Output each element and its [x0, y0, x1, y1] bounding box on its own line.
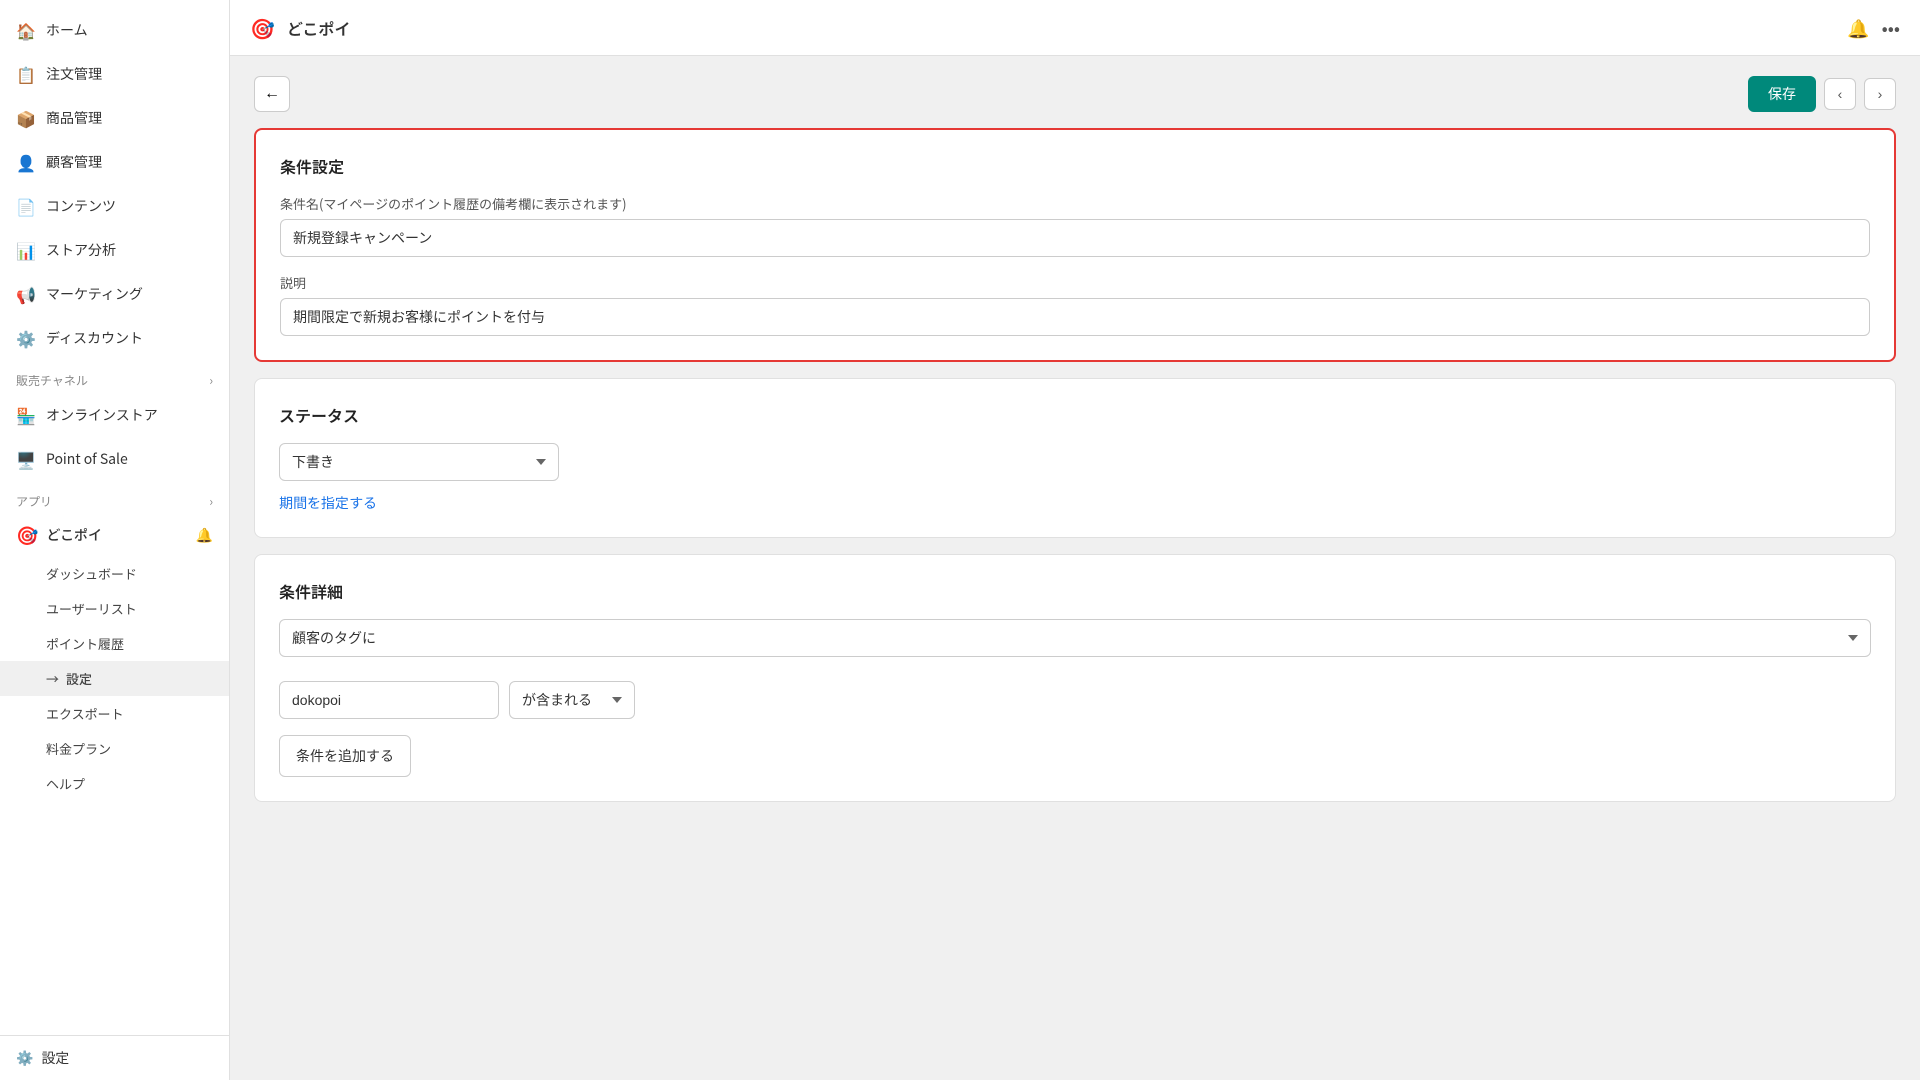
sidebar-item-orders[interactable]: 📋 注文管理 — [0, 52, 229, 96]
condition-detail-title: 条件詳細 — [279, 579, 1871, 603]
sidebar-item-pos[interactable]: 🖥️ Point of Sale — [0, 437, 229, 481]
sidebar-item-home[interactable]: 🏠 ホーム — [0, 8, 229, 52]
save-button[interactable]: 保存 — [1748, 76, 1816, 112]
status-card-title: ステータス — [279, 403, 1871, 427]
topbar-right: 🔔 ••• — [1847, 15, 1900, 41]
name-field-input[interactable] — [280, 219, 1870, 257]
topbar-more-icon[interactable]: ••• — [1882, 15, 1900, 41]
footer-settings-label: 設定 — [41, 1048, 69, 1068]
sidebar-sub-item-help[interactable]: ヘルプ — [0, 766, 229, 801]
sidebar-sub-item-export[interactable]: エクスポート — [0, 696, 229, 731]
sidebar-item-label-online-store: オンラインストア — [46, 405, 158, 425]
date-range-link[interactable]: 期間を指定する — [279, 493, 377, 513]
home-icon: 🏠 — [16, 18, 36, 42]
prev-button[interactable]: ‹ — [1824, 78, 1856, 110]
condition-settings-title: 条件設定 — [280, 154, 1870, 178]
sidebar-sub-item-pricing[interactable]: 料金プラン — [0, 731, 229, 766]
sales-channel-section: 販売チャネル › — [0, 360, 229, 393]
sidebar-item-label-customers: 顧客管理 — [46, 152, 102, 172]
sidebar-item-label-products: 商品管理 — [46, 108, 102, 128]
orders-icon: 📋 — [16, 62, 36, 86]
sidebar-sub-item-point-history[interactable]: ポイント履歴 — [0, 626, 229, 661]
sidebar-item-contents[interactable]: 📄 コンテンツ — [0, 184, 229, 228]
sidebar-sub-item-user-list[interactable]: ユーザーリスト — [0, 591, 229, 626]
pos-icon: 🖥️ — [16, 447, 36, 471]
condition-type-select[interactable]: 顧客のタグに 注文金額が 購入回数が — [279, 619, 1871, 657]
customers-icon: 👤 — [16, 150, 36, 174]
main-content: 🎯 どこポイ 🔔 ••• ← 保存 ‹ › 条件設定 条件名(マイページのポイン… — [230, 0, 1920, 1080]
add-condition-button[interactable]: 条件を追加する — [279, 735, 411, 777]
topbar: 🎯 どこポイ 🔔 ••• — [230, 0, 1920, 56]
sidebar: 🏠 ホーム 📋 注文管理 📦 商品管理 👤 顧客管理 📄 コンテンツ 📊 — [0, 0, 230, 1080]
app-header: 🎯 どこポイ 🔔 — [0, 514, 229, 556]
name-field-label: 条件名(マイページのポイント履歴の備考欄に表示されます) — [280, 194, 1870, 213]
footer-settings-icon: ⚙️ — [16, 1048, 33, 1068]
sidebar-item-analytics[interactable]: 📊 ストア分析 — [0, 228, 229, 272]
sidebar-item-marketing[interactable]: 📢 マーケティング — [0, 272, 229, 316]
contents-icon: 📄 — [16, 194, 36, 218]
sales-channel-arrow: › — [209, 372, 213, 389]
sidebar-item-label-contents: コンテンツ — [46, 196, 116, 216]
online-store-icon: 🏪 — [16, 403, 36, 427]
sidebar-sub-item-dashboard[interactable]: ダッシュボード — [0, 556, 229, 591]
description-field-input[interactable] — [280, 298, 1870, 336]
sidebar-nav: 🏠 ホーム 📋 注文管理 📦 商品管理 👤 顧客管理 📄 コンテンツ 📊 — [0, 0, 229, 1035]
app-emoji-icon: 🎯 — [16, 522, 38, 548]
page-content: ← 保存 ‹ › 条件設定 条件名(マイページのポイント履歴の備考欄に表示されま… — [230, 56, 1920, 1080]
condition-settings-card: 条件設定 条件名(マイページのポイント履歴の備考欄に表示されます) 説明 — [254, 128, 1896, 362]
next-button[interactable]: › — [1864, 78, 1896, 110]
sidebar-item-label-analytics: ストア分析 — [46, 240, 116, 260]
sidebar-item-label-home: ホーム — [46, 20, 88, 40]
sidebar-item-online-store[interactable]: 🏪 オンラインストア — [0, 393, 229, 437]
toolbar-row: ← 保存 ‹ › — [254, 76, 1896, 112]
sidebar-sub-item-settings[interactable]: → 設定 — [0, 661, 229, 696]
sidebar-item-customers[interactable]: 👤 顧客管理 — [0, 140, 229, 184]
products-icon: 📦 — [16, 106, 36, 130]
sidebar-footer-settings[interactable]: ⚙️ 設定 — [0, 1035, 229, 1080]
toolbar-right-buttons: 保存 ‹ › — [1748, 76, 1896, 112]
back-button[interactable]: ← — [254, 76, 290, 112]
condition-detail-card: 条件詳細 顧客のタグに 注文金額が 購入回数が が含まれる が含まれない 条件を… — [254, 554, 1896, 802]
sidebar-item-label-orders: 注文管理 — [46, 64, 102, 84]
status-select[interactable]: 下書き 有効 無効 — [279, 443, 559, 481]
sidebar-item-label-marketing: マーケティング — [46, 284, 143, 304]
marketing-icon: 📢 — [16, 282, 36, 306]
condition-contains-select[interactable]: が含まれる が含まれない — [509, 681, 635, 719]
sidebar-item-discount[interactable]: ⚙️ ディスカウント — [0, 316, 229, 360]
app-name-label: どこポイ — [46, 525, 102, 545]
sidebar-item-label-pos: Point of Sale — [46, 449, 128, 469]
apps-section: アプリ › — [0, 481, 229, 514]
sidebar-item-products[interactable]: 📦 商品管理 — [0, 96, 229, 140]
sidebar-item-label-discount: ディスカウント — [46, 328, 143, 348]
topbar-bell-icon[interactable]: 🔔 — [1847, 15, 1869, 41]
topbar-app-emoji: 🎯 — [250, 13, 275, 42]
condition-row: が含まれる が含まれない — [279, 681, 1871, 719]
status-card: ステータス 下書き 有効 無効 期間を指定する — [254, 378, 1896, 538]
description-field-label: 説明 — [280, 273, 1870, 292]
analytics-icon: 📊 — [16, 238, 36, 262]
condition-tag-input[interactable] — [279, 681, 499, 719]
apps-arrow: › — [209, 493, 213, 510]
discount-icon: ⚙️ — [16, 326, 36, 350]
bell-icon[interactable]: 🔔 — [196, 525, 213, 545]
topbar-app-name: どこポイ — [287, 16, 351, 40]
